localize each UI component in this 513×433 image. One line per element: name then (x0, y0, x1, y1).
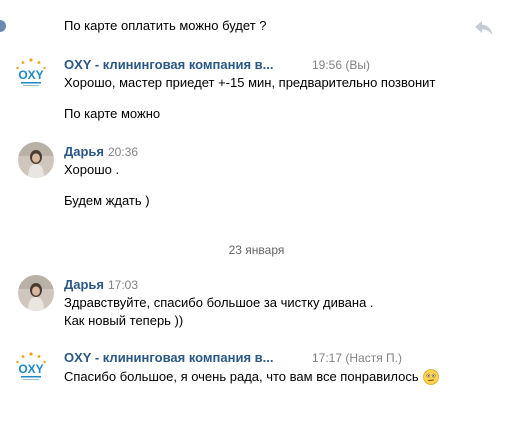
message-text: Спасибо большое, я очень рада, что вам в… (64, 369, 419, 384)
author-name[interactable]: OXY - клининговая компания в... (64, 57, 274, 72)
avatar[interactable] (18, 275, 54, 311)
message-time[interactable]: 19:56 (Вы) (312, 58, 370, 72)
message-text: Хорошо . (64, 162, 120, 177)
message-text: Как новый теперь )) (64, 313, 184, 328)
oxy-logo-icon: OXY (13, 350, 49, 386)
oxy-logo-icon: OXY (13, 56, 49, 92)
logo-text: OXY (18, 362, 43, 376)
user-photo-icon (18, 275, 54, 311)
checkmark-icon (0, 20, 6, 32)
message-text: Будем ждать ) (64, 193, 150, 208)
reply-arrow-icon[interactable] (474, 20, 494, 36)
date-separator: 23 января (228, 243, 285, 257)
message-time[interactable]: 20:36 (108, 145, 138, 159)
author-name[interactable]: Дарья (64, 144, 104, 159)
avatar[interactable]: OXY (13, 56, 49, 92)
message-time[interactable]: 17:17 (Настя П.) (312, 351, 402, 365)
message-text: По карте оплатить можно будет ? (64, 18, 267, 33)
message-text: По карте можно (64, 106, 161, 121)
avatar[interactable]: OXY (13, 350, 49, 386)
user-photo-icon (18, 142, 54, 178)
author-name[interactable]: Дарья (64, 277, 104, 292)
message-text: Хорошо, мастер приедет +-15 мин, предвар… (64, 75, 436, 90)
avatar[interactable] (18, 142, 54, 178)
message-text: Здравствуйте, спасибо большое за чистку … (64, 295, 374, 310)
author-name[interactable]: OXY - клининговая компания в... (64, 350, 274, 365)
confused-face-emoji-icon (423, 369, 439, 385)
logo-text: OXY (18, 68, 43, 82)
message-time[interactable]: 17:03 (108, 278, 138, 292)
